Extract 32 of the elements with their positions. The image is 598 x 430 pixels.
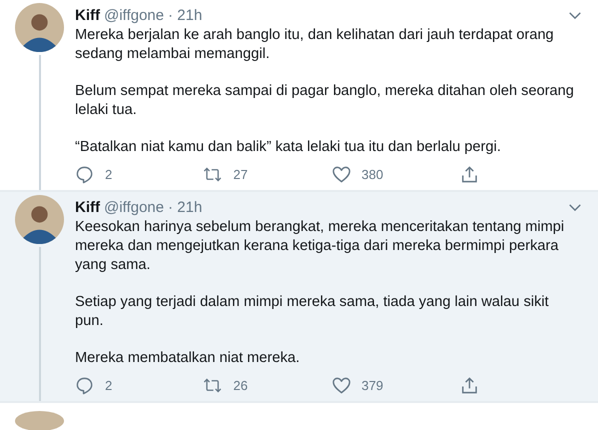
share-icon[interactable] bbox=[460, 376, 479, 395]
user-name[interactable]: Kiff bbox=[75, 198, 100, 217]
tweet-text: “Batalkan niat kamu dan balik” kata lelaki tua itu dan berlalu pergi. bbox=[75, 138, 502, 157]
user-handle[interactable]: @iffgone bbox=[104, 6, 164, 25]
reply-icon[interactable] bbox=[75, 376, 94, 395]
reply-count: 2 bbox=[105, 167, 112, 182]
reply-count: 2 bbox=[105, 378, 112, 393]
like-count: 380 bbox=[362, 167, 384, 182]
timestamp[interactable]: · 21h bbox=[168, 6, 202, 25]
caret-icon[interactable] bbox=[568, 203, 582, 212]
avatar-icon[interactable] bbox=[15, 195, 64, 244]
retweet-count: 26 bbox=[233, 378, 248, 393]
timestamp[interactable]: · 21h bbox=[168, 198, 202, 217]
retweet-count: 27 bbox=[233, 167, 248, 182]
tweet-card[interactable] bbox=[0, 192, 598, 401]
share-icon[interactable] bbox=[460, 165, 479, 184]
heart-icon[interactable] bbox=[332, 165, 350, 184]
retweet-icon[interactable] bbox=[203, 376, 222, 395]
tweet-text: Setiap yang terjadi dalam mimpi mereka sama, tiada yang lain walau sikit pun. bbox=[75, 293, 550, 331]
reply-icon[interactable] bbox=[75, 165, 94, 184]
retweet-icon[interactable] bbox=[203, 165, 222, 184]
user-name[interactable]: Kiff bbox=[75, 6, 100, 25]
tweet-text: Mereka membatalkan niat mereka. bbox=[75, 349, 301, 368]
tweet-text: Mereka berjalan ke arah banglo itu, dan kelihatan dari jauh terdapat orang sedang melambai memanggil. bbox=[75, 26, 555, 64]
like-count: 379 bbox=[362, 378, 384, 393]
user-handle[interactable]: @iffgone bbox=[104, 198, 164, 217]
heart-icon[interactable] bbox=[332, 376, 350, 395]
caret-icon[interactable] bbox=[568, 11, 582, 20]
tweet-text: Keesokan harinya sebelum berangkat, mereka menceritakan tentang mimpi mereka dan mengejutkan kerana ketiga-tiga dari mereka bermimpi perkara yang sama. bbox=[75, 218, 566, 275]
avatar-icon[interactable] bbox=[15, 3, 64, 52]
tweet-card[interactable] bbox=[0, 0, 598, 190]
tweet-text: Belum sempat mereka sampai di pagar banglo, mereka ditahan oleh seorang lelaki tua. bbox=[75, 82, 575, 120]
